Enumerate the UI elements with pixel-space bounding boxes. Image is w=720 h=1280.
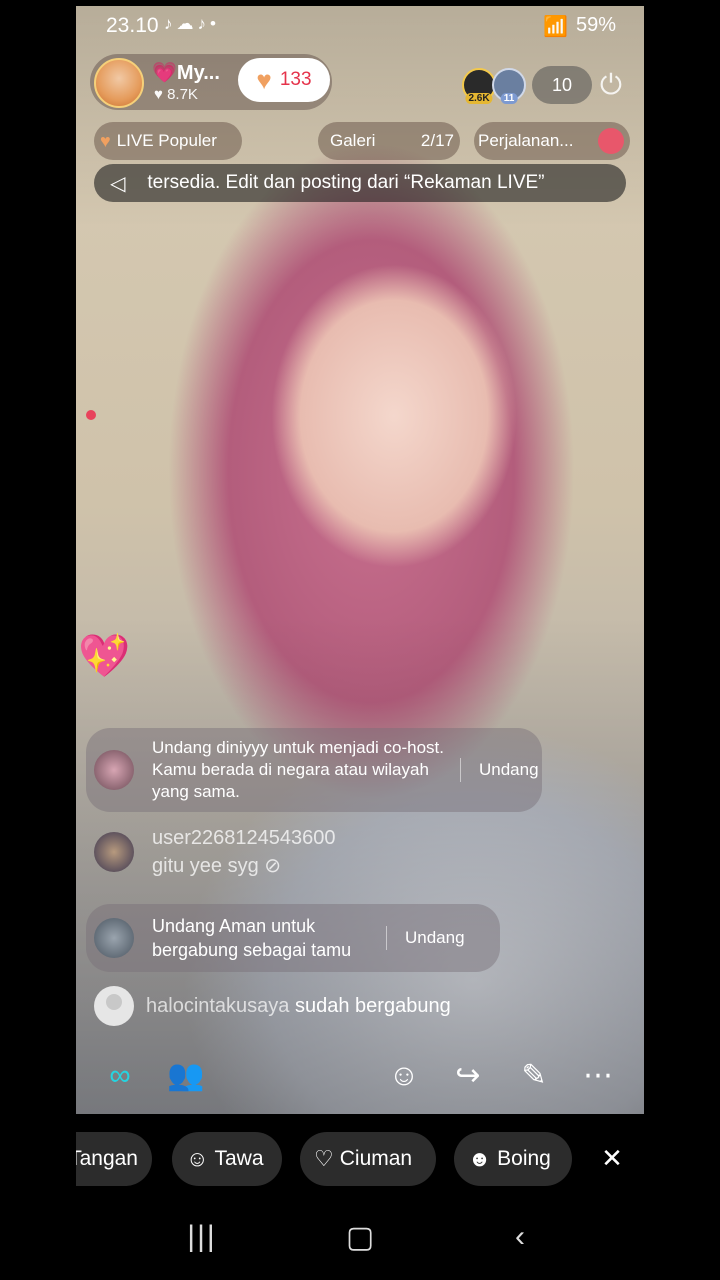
popular-label: LIVE Populer xyxy=(116,131,217,150)
divider xyxy=(460,758,461,782)
reaction-label: Ciuman xyxy=(339,1147,413,1170)
people-icon[interactable]: 👥 xyxy=(164,1054,208,1098)
viewer-avatar[interactable]: 2.6K xyxy=(462,68,496,104)
system-nav-bar: ||| ▢ ‹ xyxy=(0,1206,720,1280)
announcement-banner[interactable]: ◁ tersedia. Edit dan posting dari “Rekam… xyxy=(94,164,626,202)
join-message: sudah bergabung xyxy=(295,994,451,1017)
reaction-tangan[interactable]: Tangan xyxy=(76,1132,152,1186)
power-icon[interactable]: ⏻ xyxy=(594,68,628,102)
comment-user[interactable]: user2268124543600 xyxy=(152,824,336,852)
more-icon[interactable]: ⋯ xyxy=(576,1054,620,1098)
reaction-label: Boing xyxy=(497,1147,551,1170)
status-bar: 23.10 ♪☁♪• 📶 59% xyxy=(76,6,644,46)
gift-icon xyxy=(598,128,624,154)
reaction-label: Tawa xyxy=(214,1147,264,1170)
host-name: 💗My... xyxy=(152,62,220,84)
avatar[interactable] xyxy=(94,750,134,790)
live-toolbar: ∞ 👥 ☺ ↪ ✎ ⋯ xyxy=(76,1052,644,1100)
laugh-icon: ☺ xyxy=(186,1146,209,1171)
avatar[interactable] xyxy=(94,918,134,958)
reaction-ciuman[interactable]: ♡ Ciuman xyxy=(300,1132,436,1186)
avatar[interactable] xyxy=(94,986,134,1026)
gallery-label: Galeri xyxy=(330,131,376,150)
viewer-count[interactable]: 10 xyxy=(532,66,592,104)
comment-body: user2268124543600 gitu yee syg ⊘ xyxy=(152,824,336,880)
magic-wand-icon[interactable]: ✎ xyxy=(512,1054,556,1098)
megaphone-icon: ◁ xyxy=(110,172,126,195)
heart-outline-icon: ♡ xyxy=(314,1146,334,1171)
viewer-avatars[interactable]: 2.6K 11 10 xyxy=(462,66,592,104)
invite-button[interactable]: Undang xyxy=(479,760,539,780)
join-notice: halocintakusaya sudah bergabung xyxy=(86,986,451,1026)
close-icon[interactable]: ✕ xyxy=(594,1140,630,1176)
tongue-face-icon: ☻ xyxy=(468,1146,492,1171)
divider xyxy=(386,926,387,950)
heart-icon: ♥ xyxy=(256,64,272,95)
link-icon[interactable]: ∞ xyxy=(98,1054,142,1098)
home-icon[interactable]: ▢ xyxy=(330,1220,390,1255)
trip-chip[interactable]: Perjalanan... xyxy=(474,122,630,160)
host-avatar[interactable] xyxy=(94,58,144,108)
heart-icon: ♥ xyxy=(100,130,111,151)
like-count: 133 xyxy=(279,69,312,90)
status-time: 23.10 xyxy=(106,14,159,37)
back-icon[interactable]: ‹ xyxy=(490,1220,550,1254)
chat-comment: user2268124543600 gitu yee syg ⊘ xyxy=(86,824,336,880)
battery-level: 59% xyxy=(575,14,616,36)
comment-text: Undang Aman untuk bergabung sebagai tamu xyxy=(152,916,352,960)
banner-text: tersedia. Edit dan posting dari “Rekaman… xyxy=(147,172,545,193)
notification-icons: ♪☁♪• xyxy=(164,14,220,33)
viewer-badge: 2.6K xyxy=(465,93,493,104)
gallery-count: 2/17 xyxy=(420,131,454,150)
status-right: 📶 59% xyxy=(543,14,616,39)
recording-dot xyxy=(86,410,96,420)
recent-apps-icon[interactable]: ||| xyxy=(172,1220,232,1254)
reaction-label: Tangan xyxy=(76,1147,138,1170)
share-icon[interactable]: ↪ xyxy=(446,1054,490,1098)
viewer-avatar[interactable]: 11 xyxy=(492,68,526,104)
signal-icon: 📶 xyxy=(543,16,568,38)
invite-button[interactable]: Undang xyxy=(405,928,465,948)
cohost-invite-comment: Undang diniyyy untuk menjadi co-host. Ka… xyxy=(86,728,542,812)
join-text: halocintakusaya sudah bergabung xyxy=(146,995,451,1018)
guest-invite-comment: Undang Aman untuk bergabung sebagai tamu… xyxy=(86,904,500,972)
reaction-bar: Tangan ☺ Tawa ♡ Ciuman ☻ Boing ✕ xyxy=(76,1132,644,1188)
like-counter[interactable]: ♥ 133 xyxy=(238,58,330,102)
reaction-boing[interactable]: ☻ Boing xyxy=(454,1132,572,1186)
comment-message: gitu yee syg xyxy=(152,855,259,877)
hidden-eye-icon: ⊘ xyxy=(264,855,282,877)
chat-icon[interactable]: ☺ xyxy=(382,1054,426,1098)
avatar[interactable] xyxy=(94,832,134,872)
gallery-chip[interactable]: Galeri 2/17 xyxy=(318,122,460,160)
viewer-badge: 11 xyxy=(500,93,518,104)
live-popular-chip[interactable]: ♥ LIVE Populer xyxy=(94,122,242,160)
host-likes: ♥ 8.7K xyxy=(154,86,198,103)
reaction-tawa[interactable]: ☺ Tawa xyxy=(172,1132,282,1186)
trip-label: Perjalanan... xyxy=(478,131,574,150)
heart-sticker-icon[interactable]: 💖 xyxy=(78,632,134,692)
live-video-stage[interactable]: 23.10 ♪☁♪• 📶 59% 💗My... ♥ 8.7K ♥ 133 2.6… xyxy=(76,6,644,1114)
join-user[interactable]: halocintakusaya xyxy=(146,995,289,1017)
comment-text: Undang diniyyy untuk menjadi co-host. Ka… xyxy=(152,738,444,801)
